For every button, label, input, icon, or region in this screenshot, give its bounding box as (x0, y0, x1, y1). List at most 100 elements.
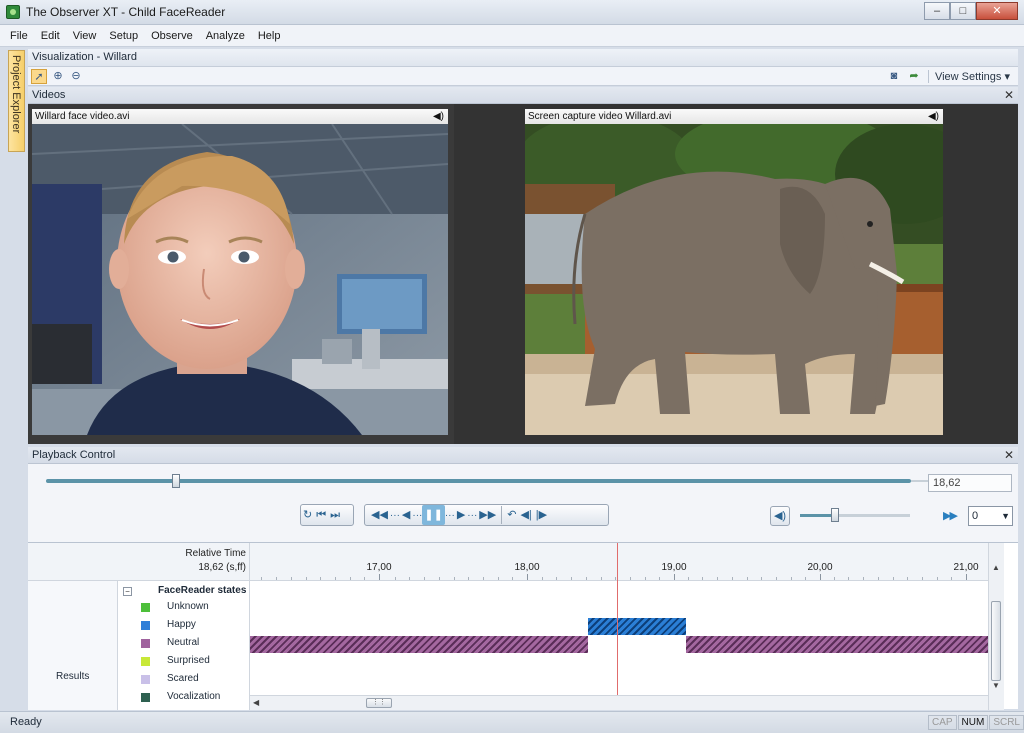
menu-analyze[interactable]: Analyze (206, 30, 245, 42)
dots-separator: ··· (444, 509, 455, 521)
tick-minor (409, 577, 411, 580)
collapse-icon[interactable]: − (123, 587, 132, 596)
tick-label: 17,00 (366, 562, 392, 573)
time-ruler[interactable]: 17,00 18,00 19,00 20,00 21,00 (250, 543, 988, 581)
tick-minor (261, 577, 263, 580)
volume-icon[interactable]: ◀) (770, 506, 790, 526)
volume-slider-fill (800, 514, 833, 517)
vertical-scroll-thumb[interactable] (991, 601, 1001, 681)
play-icon[interactable]: ▶ (455, 505, 467, 525)
timeline-header: Relative Time 18,62 (s,ff) (28, 543, 250, 581)
step-forward-icon[interactable]: |▶ (534, 505, 549, 525)
scroll-up-icon[interactable]: ▲ (992, 563, 1000, 572)
tick-minor (863, 577, 865, 580)
play-backward-icon[interactable]: ◀ (400, 505, 412, 525)
tick-minor (571, 577, 573, 580)
tick-minor (644, 577, 646, 580)
scroll-left-icon[interactable]: ◀ (253, 698, 259, 707)
menu-setup[interactable]: Setup (109, 30, 138, 42)
face-video-frame[interactable]: Willard face video.avi ◀) (31, 109, 449, 435)
tick-minor (600, 577, 602, 580)
face-video-titlebar: Willard face video.avi ◀) (32, 109, 448, 124)
neutral-state-bar[interactable] (250, 636, 588, 653)
tick-minor (717, 577, 719, 580)
playback-control-panel: 18,62 ↻ ⏮ ⏭ ◀◀ ··· ◀ ··· ❚❚ ··· ▶ ··· ▶▶… (28, 464, 1018, 542)
tick-label: 21,00 (953, 562, 979, 573)
relative-time-label: Relative Time (185, 548, 246, 559)
fast-forward-icon[interactable]: ▶▶ (477, 505, 498, 525)
menu-file[interactable]: File (10, 30, 28, 42)
tick-minor (761, 577, 763, 580)
go-to-start-icon[interactable]: ⏮ (314, 505, 328, 525)
legend-swatch (141, 675, 150, 684)
horizontal-scroll-thumb[interactable]: ⋮⋮ (366, 698, 392, 708)
minimize-button[interactable]: – (924, 2, 950, 20)
tick-minor (349, 577, 351, 580)
timeline-panel: Relative Time 18,62 (s,ff) 17,00 18,00 1… (28, 542, 1018, 710)
happy-state-bar[interactable] (588, 618, 686, 635)
tick-minor (438, 577, 440, 580)
volume-slider-thumb[interactable] (831, 508, 839, 522)
export-icon[interactable]: ➦ (906, 69, 922, 84)
tick-minor (585, 577, 587, 580)
menu-edit[interactable]: Edit (41, 30, 60, 42)
undo-icon[interactable]: ↶ (505, 505, 518, 525)
step-back-icon[interactable]: ◀| (518, 505, 533, 525)
menu-view[interactable]: View (73, 30, 97, 42)
speaker-icon[interactable]: ◀) (433, 109, 444, 124)
maximize-button[interactable]: □ (950, 2, 976, 20)
seek-slider-thumb[interactable] (171, 474, 180, 488)
pause-icon[interactable]: ❚❚ (422, 505, 445, 525)
playback-control-title: Playback Control (32, 449, 116, 461)
go-to-end-icon[interactable]: ⏭ (328, 505, 342, 525)
states-plot[interactable] (250, 581, 988, 695)
playback-speed-select[interactable]: 0 ▼ (968, 506, 1013, 526)
horizontal-scrollbar[interactable]: ◀ ⋮⋮ (250, 695, 988, 710)
tick-minor (276, 577, 278, 580)
scroll-down-icon[interactable]: ▼ (992, 681, 1000, 690)
chevron-down-icon: ▼ (1001, 511, 1010, 521)
tick-minor (848, 577, 850, 580)
tick-minor (364, 577, 366, 580)
dots-separator: ··· (389, 509, 400, 521)
tick-minor (892, 577, 894, 580)
zoom-out-icon[interactable]: ⊖ (68, 69, 84, 84)
screen-video-title: Screen capture video Willard.avi (528, 111, 672, 122)
close-playback-icon[interactable]: ✕ (1004, 448, 1014, 462)
results-column: Results (28, 581, 118, 710)
pointer-tool-icon[interactable]: ➚ (31, 69, 47, 84)
toolbar-separator (928, 70, 929, 83)
legend-label: Happy (167, 619, 196, 630)
chevron-down-icon: ▾ (1004, 71, 1010, 83)
dots-separator: ··· (467, 509, 478, 521)
legend-label: Surprised (167, 655, 210, 666)
loop-icon[interactable]: ↻ (301, 505, 314, 525)
time-field[interactable]: 18,62 (928, 474, 1012, 492)
fast-rewind-icon[interactable]: ◀◀ (369, 505, 390, 525)
time-cursor[interactable] (617, 543, 618, 710)
close-button[interactable]: ✕ (976, 2, 1018, 20)
dots-separator: ··· (412, 509, 423, 521)
close-videos-icon[interactable]: ✕ (1004, 88, 1014, 102)
view-settings-button[interactable]: View Settings ▾ (935, 70, 1010, 83)
legend-label: Neutral (167, 637, 200, 648)
tick-minor (512, 577, 514, 580)
legend-label: Vocalization (167, 691, 221, 702)
neutral-state-bar[interactable] (686, 636, 988, 653)
tick-minor (497, 577, 499, 580)
visualization-header: Visualization - Willard (28, 49, 1018, 67)
tick-minor (453, 577, 455, 580)
project-explorer-tab[interactable]: Project Explorer (8, 50, 25, 152)
tick-minor (320, 577, 322, 580)
menu-observe[interactable]: Observe (151, 30, 193, 42)
status-indicators: CAP NUM SCRL (927, 715, 1024, 730)
screen-video-frame[interactable]: Screen capture video Willard.avi ◀) (515, 109, 975, 435)
tick-minor (805, 577, 807, 580)
speaker-icon[interactable]: ◀) (928, 109, 939, 124)
menu-help[interactable]: Help (258, 30, 281, 42)
zoom-in-icon[interactable]: ⊕ (50, 69, 66, 84)
volume-slider-track[interactable] (800, 514, 910, 517)
vertical-scrollbar[interactable]: ▲ ▼ (988, 543, 1004, 710)
camera-icon[interactable]: ◙ (886, 69, 902, 84)
tick-minor (790, 577, 792, 580)
